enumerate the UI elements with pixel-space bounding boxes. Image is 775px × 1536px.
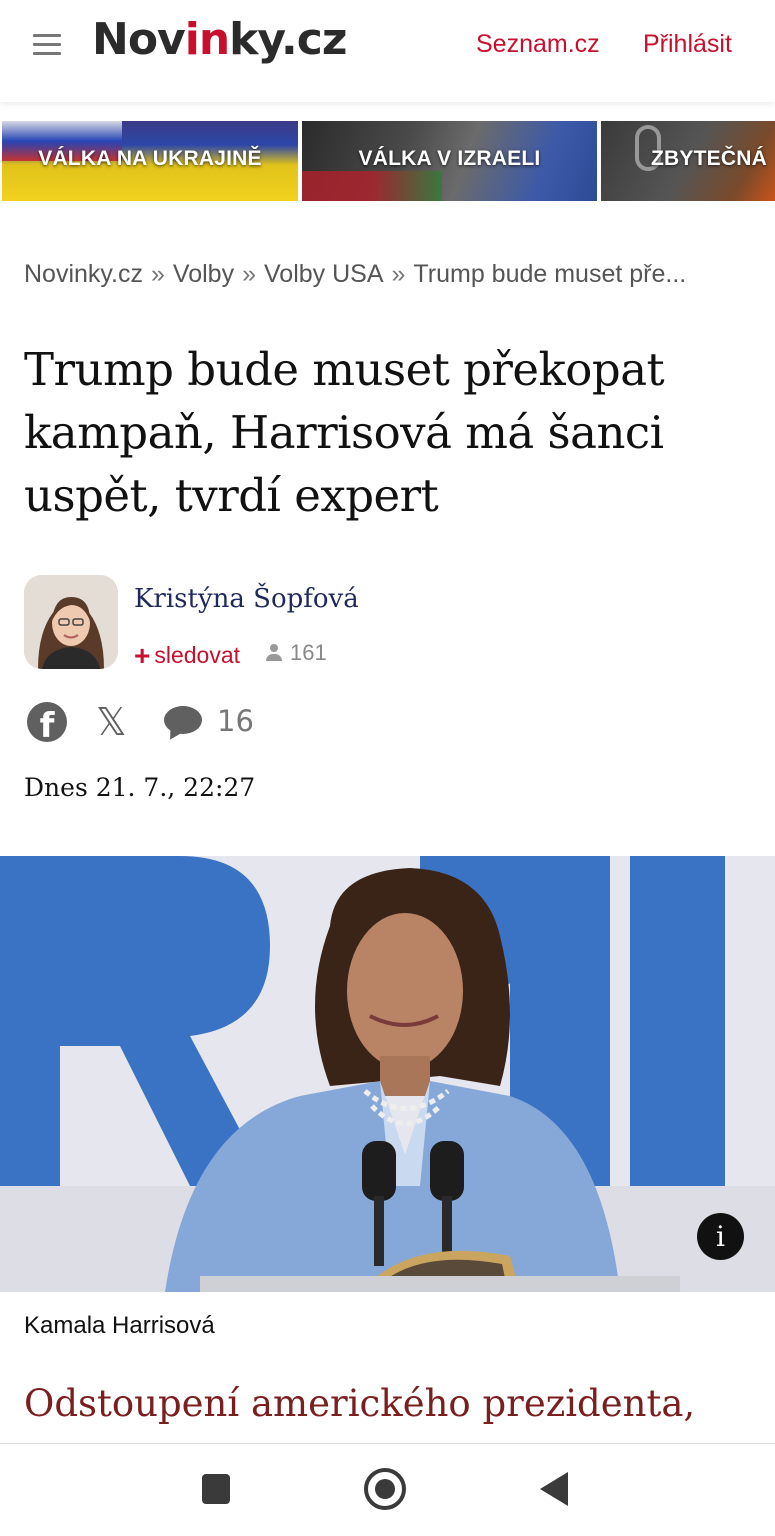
home-icon[interactable] (364, 1468, 406, 1510)
comment-icon[interactable] (164, 706, 202, 734)
banner-ukraine-war[interactable]: VÁLKA NA UKRAJINĚ (2, 121, 298, 201)
breadcrumb-volby[interactable]: Volby (173, 260, 234, 288)
system-nav-bar (0, 1443, 775, 1536)
facebook-icon[interactable]: f (27, 702, 67, 742)
plus-icon: + (134, 640, 151, 671)
breadcrumb: Novinky.cz» Volby» Volby USA» Trump bude mu… (24, 260, 744, 289)
topic-banners: VÁLKA NA UKRAJINĚ VÁLKA V IZRAELI ZBYTEČ… (0, 121, 775, 201)
image-caption: Kamala Harrisová (24, 1312, 215, 1339)
comment-count[interactable]: 16 (217, 704, 254, 738)
follow-button[interactable]: + sledovat (134, 638, 241, 671)
login-link[interactable]: Přihlásit (643, 30, 732, 59)
author-avatar[interactable] (24, 575, 118, 669)
seznam-link[interactable]: Seznam.cz (476, 30, 600, 59)
follow-label: sledovat (154, 642, 241, 668)
breadcrumb-separator: » (242, 260, 256, 288)
info-icon[interactable]: i (697, 1213, 744, 1260)
breadcrumb-separator: » (391, 260, 406, 288)
banner-podcast[interactable]: ZBYTEČNÁ (601, 121, 775, 201)
banner-israel-war[interactable]: VÁLKA V IZRAELI (302, 121, 597, 201)
publish-date: Dnes 21. 7., 22:27 (24, 773, 256, 802)
breadcrumb-current: Trump bude muset pře... (413, 260, 687, 288)
author-name-link[interactable]: Kristýna Šopfová (134, 584, 359, 614)
banner-label: ZBYTEČNÁ (651, 147, 767, 170)
article-lead: Odstoupení amerického prezidenta, (24, 1382, 696, 1425)
site-logo[interactable]: Novinky.cz (92, 14, 347, 65)
banner-label: VÁLKA V IZRAELI (358, 147, 541, 170)
menu-icon[interactable] (33, 34, 61, 58)
breadcrumb-volby-usa[interactable]: Volby USA (264, 260, 384, 288)
recent-apps-icon[interactable] (202, 1474, 230, 1504)
followers-count: 161 (266, 640, 327, 666)
back-icon[interactable] (540, 1472, 568, 1506)
banner-label: VÁLKA NA UKRAJINĚ (38, 147, 262, 170)
top-header: Novinky.cz Seznam.cz Přihlásit (0, 0, 775, 102)
person-icon (266, 644, 282, 662)
article-hero-image[interactable] (0, 856, 775, 1292)
x-icon[interactable]: 𝕏 (96, 700, 127, 744)
article-title: Trump bude muset překopat kampaň, Harris… (24, 343, 665, 522)
breadcrumb-separator: » (151, 260, 165, 288)
breadcrumb-home[interactable]: Novinky.cz (24, 260, 143, 288)
